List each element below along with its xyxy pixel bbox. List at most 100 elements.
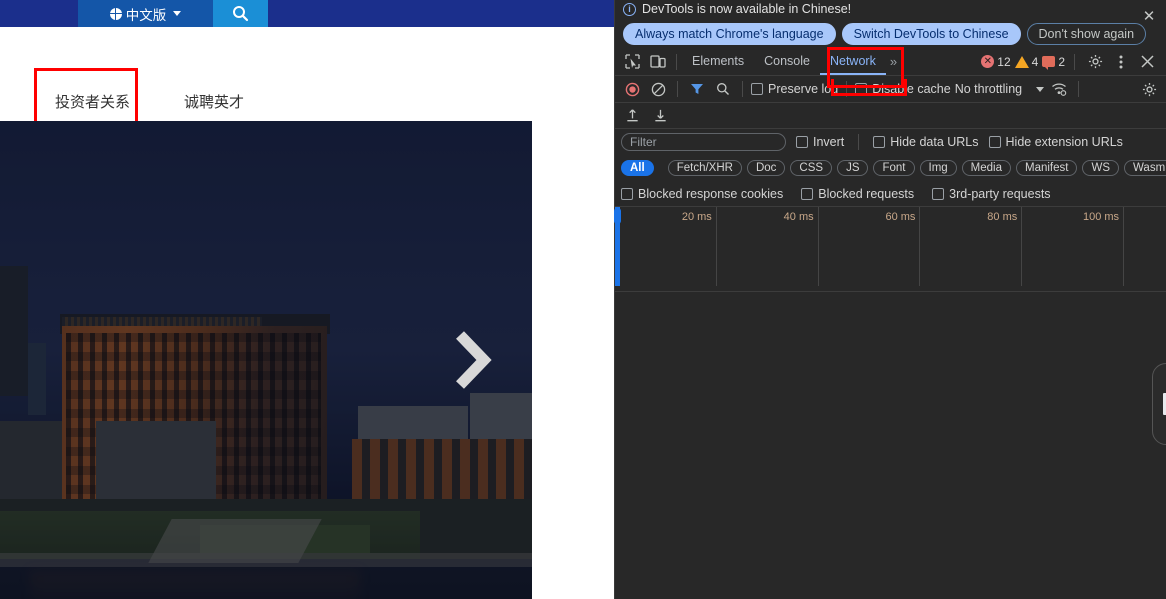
network-timeline-overview[interactable]: 20 ms 40 ms 60 ms 80 ms 100 ms (615, 207, 1166, 292)
error-count-badge[interactable]: ✕ 12 (981, 54, 1011, 69)
language-switcher-button[interactable]: 中文版 (78, 0, 213, 27)
tabbar-separator (676, 53, 677, 70)
carousel-next-button[interactable] (450, 329, 494, 391)
dont-show-again-button[interactable]: Don't show again (1026, 23, 1147, 45)
devtools-language-banner: i DevTools is now available in Chinese! … (615, 0, 1166, 48)
drawer-resize-handle[interactable] (1152, 363, 1166, 445)
checkbox-box (988, 136, 1001, 148)
nav-item-investor-relations[interactable]: 投资者关系 (55, 91, 130, 112)
search-icon (233, 6, 249, 22)
network-settings-gear-icon[interactable] (1138, 78, 1160, 100)
search-button[interactable] (213, 0, 268, 27)
devtools-status-counters: ✕ 12 4 2 (981, 51, 1162, 73)
overview-tick: 40 ms (717, 207, 819, 286)
site-topbar: 中文版 (0, 0, 614, 27)
filter-separator (858, 134, 860, 150)
banner-close-icon[interactable]: ✕ (1140, 8, 1158, 26)
chevron-right-icon (456, 331, 492, 389)
chip-wasm[interactable]: Wasm (1124, 160, 1166, 176)
toolbar-separator-1 (677, 81, 678, 97)
chip-doc[interactable]: Doc (746, 160, 786, 176)
error-count: 12 (997, 54, 1011, 69)
toolbar-separator-4 (1078, 81, 1080, 97)
chip-font[interactable]: Font (873, 160, 915, 176)
wifi-settings-icon[interactable] (1048, 78, 1070, 100)
record-stop-icon[interactable] (621, 78, 643, 100)
throttling-dropdown[interactable]: No throttling (955, 82, 1045, 96)
disable-cache-label: Disable cache (872, 82, 951, 96)
overview-tick: 100 ms (1022, 207, 1125, 286)
chip-manifest[interactable]: Manifest (1016, 160, 1078, 176)
preserve-log-checkbox[interactable]: Preserve log (751, 82, 838, 96)
third-party-requests-checkbox[interactable]: 3rd-party requests (932, 186, 1051, 201)
toolbar-separator-3 (846, 81, 848, 97)
invert-checkbox[interactable]: Invert (796, 135, 844, 149)
checkbox-box (855, 83, 868, 95)
issue-count-badge[interactable]: 2 (1042, 54, 1065, 70)
resource-type-chips: All Fetch/XHR Doc CSS JS Font Img Media … (615, 155, 1166, 181)
chip-ws[interactable]: WS (1082, 160, 1119, 176)
devtools-more-menu-icon[interactable] (1110, 51, 1132, 73)
language-label: 中文版 (125, 7, 167, 23)
toolbar-separator-2 (742, 81, 743, 97)
invert-label: Invert (813, 135, 845, 149)
blocked-requests-label: Blocked requests (818, 186, 915, 201)
export-har-icon[interactable] (649, 105, 671, 127)
checkbox-box (801, 187, 814, 200)
tab-elements[interactable]: Elements (682, 48, 754, 75)
nav-item-careers[interactable]: 诚聘英才 (184, 91, 244, 112)
blocked-requests-checkbox[interactable]: Blocked requests (801, 187, 914, 201)
extra-filters-row: Blocked response cookies Blocked request… (615, 181, 1166, 207)
devtools-panel: i DevTools is now available in Chinese! … (614, 0, 1166, 599)
hide-extension-urls-checkbox[interactable]: Hide extension URLs (988, 135, 1123, 149)
checkbox-box (621, 187, 633, 200)
overview-tick-label: 20 ms (681, 211, 712, 223)
site-nav: 投资者关系 诚聘英才 (0, 27, 614, 131)
network-toolbar: Preserve log Disable cache No throttling (615, 76, 1166, 103)
inspect-element-icon[interactable] (619, 50, 645, 74)
clear-icon[interactable] (647, 78, 669, 100)
blocked-response-cookies-checkbox[interactable]: Blocked response cookies (621, 187, 783, 201)
warning-count: 4 (1031, 54, 1039, 69)
devtools-settings-gear-icon[interactable] (1084, 51, 1106, 73)
chip-img[interactable]: Img (919, 160, 957, 176)
web-page: 中文版 投资者关系 诚聘英才 (0, 0, 614, 599)
filter-row: Invert Hide data URLs Hide extension URL… (615, 129, 1166, 155)
hide-extension-urls-label: Hide extension URLs (1005, 135, 1123, 149)
chip-css[interactable]: CSS (790, 160, 833, 176)
overview-tick-label: 60 ms (885, 211, 916, 223)
overview-tick-label: 80 ms (987, 211, 1018, 223)
search-icon[interactable] (712, 78, 734, 100)
chevron-down-icon (1036, 86, 1045, 92)
device-toolbar-icon[interactable] (645, 50, 671, 74)
filter-funnel-icon[interactable] (686, 78, 708, 100)
chip-all[interactable]: All (621, 160, 654, 176)
hide-data-urls-label: Hide data URLs (890, 135, 979, 149)
preserve-log-label: Preserve log (768, 82, 839, 96)
warning-count-badge[interactable]: 4 (1014, 54, 1039, 69)
devtools-close-icon[interactable] (1136, 51, 1158, 73)
checkbox-box (796, 136, 808, 148)
tab-network[interactable]: Network (819, 48, 886, 75)
chip-media[interactable]: Media (961, 160, 1011, 176)
chip-fetch-xhr[interactable]: Fetch/XHR (667, 160, 742, 176)
switch-to-chinese-button[interactable]: Switch DevTools to Chinese (841, 23, 1021, 45)
banner-message-row: i DevTools is now available in Chinese! (623, 0, 1158, 18)
hide-data-urls-checkbox[interactable]: Hide data URLs (873, 135, 979, 149)
always-match-language-button[interactable]: Always match Chrome's language (623, 23, 836, 45)
filter-input[interactable] (621, 133, 786, 151)
status-separator (1074, 53, 1075, 70)
devtools-tabbar: Elements Console Network » ✕ 12 4 2 (615, 48, 1166, 76)
third-party-requests-label: 3rd-party requests (949, 186, 1051, 201)
banner-message: DevTools is now available in Chinese! (642, 2, 852, 16)
issue-count: 2 (1058, 54, 1065, 69)
chip-js[interactable]: JS (837, 160, 869, 176)
tab-console[interactable]: Console (754, 48, 820, 75)
more-tabs-icon[interactable]: » (886, 54, 901, 69)
overview-tick: 60 ms (819, 207, 921, 286)
overview-tick-label: 100 ms (1082, 211, 1120, 223)
hero-carousel[interactable] (0, 121, 532, 599)
overview-tick-label: 40 ms (783, 211, 814, 223)
import-har-icon[interactable] (621, 105, 643, 127)
disable-cache-checkbox[interactable]: Disable cache (855, 82, 951, 96)
